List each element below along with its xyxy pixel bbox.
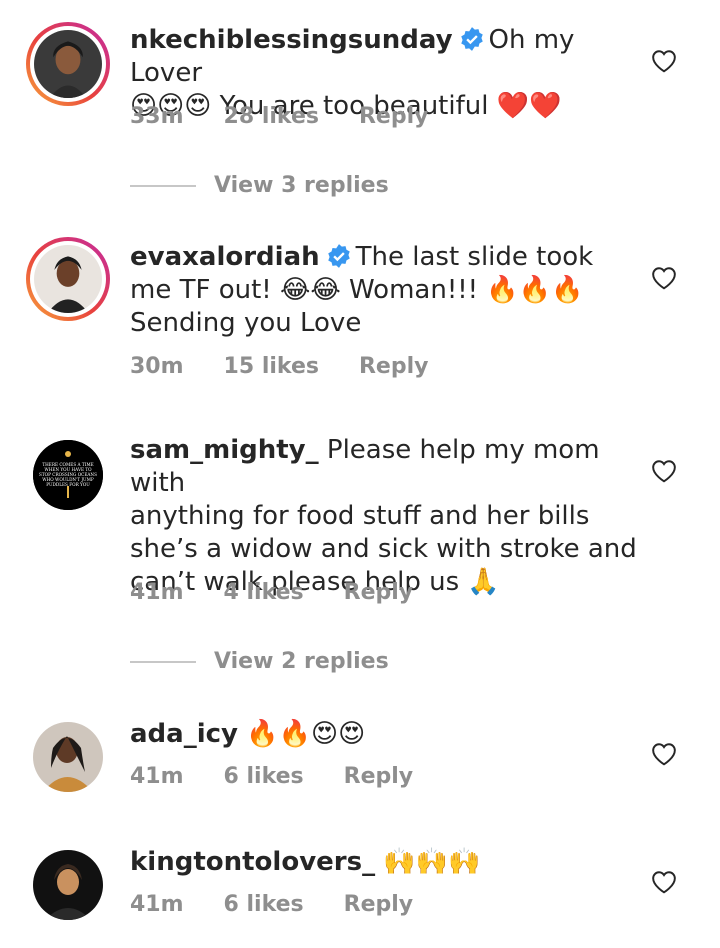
view-replies-button[interactable]: View 3 replies (130, 173, 389, 198)
comment-body: The last slide took (355, 242, 594, 272)
comment-username[interactable]: kingtontolovers_ (130, 847, 375, 877)
reply-button[interactable]: Reply (344, 892, 414, 917)
comment-meta: 30m 15 likes Reply (130, 354, 468, 379)
pray-emoji: 🙏 (467, 567, 500, 597)
comment-meta: 41m 6 likes Reply (130, 892, 453, 917)
reply-button[interactable]: Reply (359, 354, 429, 379)
reply-button[interactable]: Reply (359, 104, 429, 129)
comment-body-line: Woman!!! (340, 275, 487, 305)
avatar[interactable] (33, 850, 103, 920)
emoji-group: 🔥🔥🔥 (486, 275, 584, 305)
comment-meta: 41m 6 likes Reply (130, 764, 453, 789)
avatar[interactable] (26, 22, 110, 106)
reply-button[interactable]: Reply (344, 580, 414, 605)
comment-text: ada_icy 🔥🔥😍😍 (130, 718, 640, 751)
comment-text: evaxalordiah The last slide took me TF ou… (130, 241, 640, 340)
svg-text:PUDDLES FOR YOU: PUDDLES FOR YOU (46, 482, 90, 487)
comment-body-line: anything for food stuff and her bills (130, 501, 590, 531)
comment-time: 33m (130, 104, 184, 129)
comment-text: sam_mighty_ Please help my mom with anyt… (130, 434, 640, 599)
comment-time: 41m (130, 892, 184, 917)
comment-likes[interactable]: 28 likes (224, 104, 319, 129)
divider (130, 660, 196, 663)
comment-time: 41m (130, 580, 184, 605)
divider (130, 184, 196, 187)
comment-likes[interactable]: 6 likes (224, 892, 304, 917)
view-replies-button[interactable]: View 2 replies (130, 649, 389, 674)
comment-likes[interactable]: 4 likes (224, 580, 304, 605)
comment-body-line: she’s a widow and sick with stroke and (130, 534, 637, 564)
avatar[interactable] (33, 722, 103, 792)
view-replies-label[interactable]: View 2 replies (214, 649, 389, 674)
avatar[interactable]: THERE COMES A TIME WHEN YOU HAVE TO STOP C… (33, 440, 103, 510)
verified-badge-icon (459, 26, 485, 52)
heart-outline-icon[interactable] (651, 459, 677, 483)
comment-username[interactable]: evaxalordiah (130, 242, 320, 272)
reply-button[interactable]: Reply (344, 764, 414, 789)
heart-outline-icon[interactable] (651, 266, 677, 290)
comment-likes[interactable]: 15 likes (224, 354, 319, 379)
emoji-group: 🔥🔥😍😍 (246, 719, 366, 749)
comment-text: kingtontolovers_ 🙌🙌🙌 (130, 846, 640, 879)
heart-outline-icon[interactable] (651, 870, 677, 894)
verified-badge-icon (326, 243, 352, 269)
comment-body-line: Sending you Love (130, 308, 362, 338)
comment-likes[interactable]: 6 likes (224, 764, 304, 789)
comment-time: 30m (130, 354, 184, 379)
comment-username[interactable]: sam_mighty_ (130, 435, 319, 465)
avatar[interactable] (26, 237, 110, 321)
comment-meta: 41m 4 likes Reply (130, 580, 453, 605)
comment-username[interactable]: ada_icy (130, 719, 238, 749)
comment-time: 41m (130, 764, 184, 789)
comment-meta: 33m 28 likes Reply (130, 104, 468, 129)
comment-username[interactable]: nkechiblessingsunday (130, 25, 453, 55)
emoji-group: 🙌🙌🙌 (383, 847, 481, 877)
emoji-group: 😂😂 (279, 275, 341, 305)
emoji-group: ❤️❤️ (496, 91, 562, 121)
comment-body-line: me TF out! (130, 275, 280, 305)
view-replies-label[interactable]: View 3 replies (214, 173, 389, 198)
heart-outline-icon[interactable] (651, 742, 677, 766)
heart-outline-icon[interactable] (651, 49, 677, 73)
